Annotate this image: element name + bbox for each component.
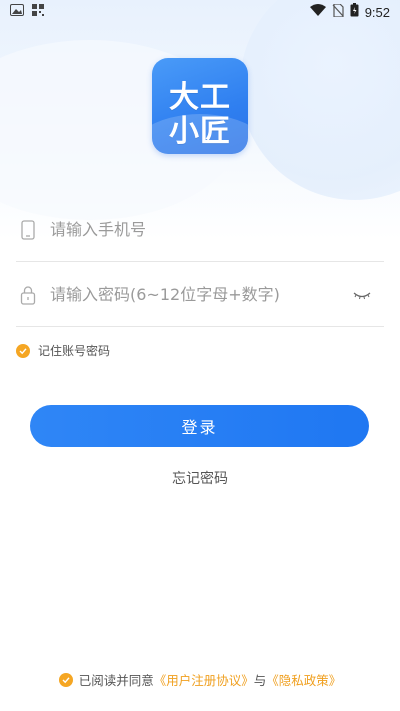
lock-icon [16,283,40,307]
forgot-password-link[interactable]: 忘记密码 [0,468,400,488]
user-agreement-link[interactable]: 《用户注册协议》 [154,670,254,689]
agreement-conjunction: 与 [253,673,267,688]
battery-icon [350,3,359,21]
login-button[interactable]: 登录 [30,405,369,447]
phone-input[interactable] [50,220,340,239]
agreement-prefix: 已阅读并同意 [78,673,154,688]
phone-field [16,198,384,262]
password-field [16,263,384,327]
qr-icon [32,4,44,20]
image-icon [10,4,24,20]
logo-text-line2: 小匠 [169,114,231,149]
app-logo: 大工 小匠 [152,58,248,154]
checkmark-icon[interactable] [16,343,30,358]
remember-label: 记住账号密码 [38,344,111,358]
eye-closed-icon[interactable] [352,285,372,305]
phone-icon [16,218,40,242]
decorative-circle [240,0,400,200]
status-bar: 9:52 [0,0,400,24]
no-sim-icon [332,2,344,21]
status-time: 9:52 [364,4,390,20]
agreement-checkmark-icon[interactable] [58,672,73,687]
password-input[interactable] [50,285,340,304]
remember-checkbox[interactable]: 记住账号密码 [16,342,110,359]
wifi-icon [309,4,326,20]
privacy-policy-link[interactable]: 《隐私政策》 [266,670,341,689]
agreement-row: 已阅读并同意 《用户注册协议》 与 《隐私政策》 [0,670,400,689]
